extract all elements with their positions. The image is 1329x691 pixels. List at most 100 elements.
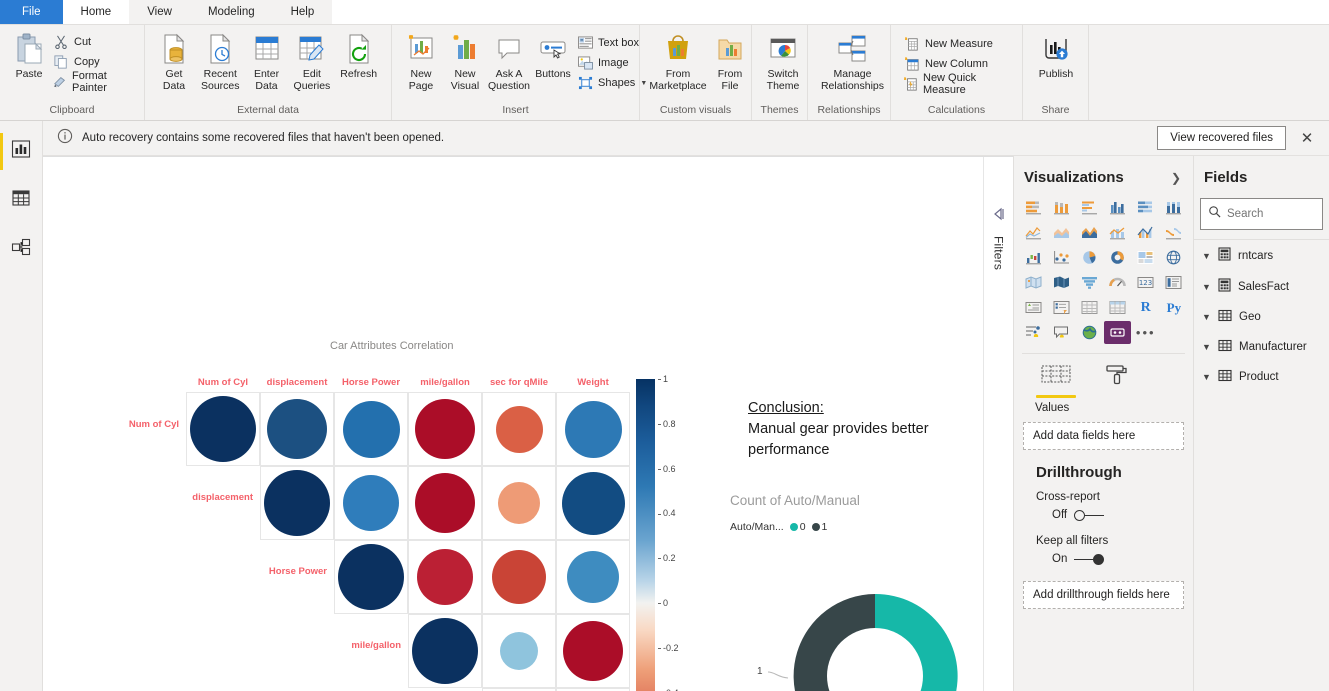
corr-cell[interactable] <box>556 466 630 540</box>
slicer-icon[interactable] <box>1048 296 1074 319</box>
fields-tab[interactable] <box>1036 364 1076 398</box>
qa-visual-icon[interactable] <box>1048 321 1074 344</box>
waterfall-chart-icon[interactable] <box>1020 246 1046 269</box>
drillthrough-field-well[interactable]: Add drillthrough fields here <box>1023 581 1184 609</box>
corr-cell[interactable] <box>408 540 482 614</box>
tab-file[interactable]: File <box>0 0 63 24</box>
from-file-button[interactable]: From File <box>709 30 751 94</box>
cross-report-toggle-row[interactable]: Off <box>1014 503 1193 521</box>
report-canvas[interactable]: Car Attributes Correlation Num of Cyl di… <box>43 157 983 691</box>
pie-chart-icon[interactable] <box>1076 246 1102 269</box>
ribbon-chart-icon[interactable] <box>1161 221 1187 244</box>
corr-cell[interactable] <box>334 466 408 540</box>
new-page-button[interactable]: New Page <box>399 30 443 94</box>
manage-relationships-button[interactable]: Manage Relationships <box>815 30 890 94</box>
close-notification-icon[interactable]: ✕ <box>1295 126 1319 150</box>
conclusion-textbox[interactable]: Conclusion: Manual gear provides better … <box>748 398 978 461</box>
buttons-button[interactable]: Buttons <box>531 30 575 83</box>
gauge-icon[interactable] <box>1104 271 1130 294</box>
python-visual-icon[interactable]: Py <box>1161 296 1187 319</box>
filled-map-icon[interactable] <box>1020 271 1046 294</box>
tab-help[interactable]: Help <box>273 0 333 24</box>
scatter-chart-icon[interactable] <box>1048 246 1074 269</box>
fields-search-input[interactable] <box>1227 208 1315 220</box>
corr-cell[interactable] <box>260 466 334 540</box>
stacked-bar-chart-icon[interactable] <box>1020 196 1046 219</box>
cross-report-toggle[interactable] <box>1074 509 1105 521</box>
hundred-stacked-bar-icon[interactable] <box>1133 196 1159 219</box>
sidebar-item-model-view[interactable] <box>0 225 42 274</box>
fields-search-box[interactable] <box>1200 198 1323 230</box>
ask-question-button[interactable]: Ask A Question <box>487 30 531 94</box>
corr-cell[interactable] <box>408 466 482 540</box>
field-table-product[interactable]: ▼ Product <box>1194 362 1329 392</box>
hundred-stacked-column-icon[interactable] <box>1161 196 1187 219</box>
corr-cell[interactable] <box>482 614 556 688</box>
matrix-icon[interactable] <box>1104 296 1130 319</box>
r-script-visual-icon[interactable]: R <box>1133 296 1159 319</box>
stacked-area-chart-icon[interactable] <box>1076 221 1102 244</box>
new-quick-measure-button[interactable]: New Quick Measure <box>902 72 1015 96</box>
switch-theme-button[interactable]: Switch Theme <box>759 30 807 94</box>
edit-queries-button[interactable]: Edit Queries <box>289 30 336 94</box>
format-tab[interactable] <box>1096 364 1136 398</box>
chevron-down-icon[interactable]: ▼ <box>1202 372 1211 382</box>
chevron-down-icon[interactable]: ▼ <box>1202 312 1211 322</box>
cut-button[interactable]: Cut <box>51 32 137 52</box>
tab-modeling[interactable]: Modeling <box>190 0 273 24</box>
new-visual-button[interactable]: New Visual <box>443 30 487 94</box>
donut-chart-icon[interactable] <box>1104 246 1130 269</box>
custom-visual-icon[interactable] <box>1104 321 1131 344</box>
corr-cell[interactable] <box>482 540 556 614</box>
sidebar-item-data-view[interactable] <box>0 176 42 225</box>
expand-filters-icon[interactable] <box>992 207 1006 226</box>
stacked-column-chart-icon[interactable] <box>1048 196 1074 219</box>
refresh-button[interactable]: Refresh <box>335 30 382 83</box>
donut-chart[interactable]: 1 0 <box>757 586 965 691</box>
values-field-well[interactable]: Add data fields here <box>1023 422 1184 450</box>
key-influencers-icon[interactable] <box>1020 321 1046 344</box>
line-clustered-column-icon[interactable] <box>1133 221 1159 244</box>
legend-item-1[interactable]: 1 <box>811 521 827 533</box>
new-column-button[interactable]: New Column <box>902 54 1015 74</box>
chevron-down-icon[interactable]: ▼ <box>1202 251 1211 261</box>
field-table-salesfact[interactable]: ▼ SalesFact <box>1194 271 1329 302</box>
enter-data-button[interactable]: Enter Data <box>245 30 289 94</box>
corr-cell[interactable] <box>408 392 482 466</box>
corr-cell[interactable] <box>260 392 334 466</box>
area-chart-icon[interactable] <box>1048 221 1074 244</box>
corr-cell[interactable] <box>186 392 260 466</box>
corr-cell[interactable] <box>408 614 482 688</box>
line-stacked-column-icon[interactable] <box>1104 221 1130 244</box>
field-table-geo[interactable]: ▼ Geo <box>1194 302 1329 332</box>
copy-button[interactable]: Copy <box>51 52 137 72</box>
field-table-manufacturer[interactable]: ▼ Manufacturer <box>1194 332 1329 362</box>
multi-row-card-icon[interactable] <box>1161 271 1187 294</box>
corr-cell[interactable] <box>556 540 630 614</box>
kpi-icon[interactable] <box>1020 296 1046 319</box>
funnel-icon[interactable] <box>1076 271 1102 294</box>
recent-sources-button[interactable]: Recent Sources <box>196 30 245 94</box>
keep-all-filters-toggle-row[interactable]: On <box>1014 547 1193 565</box>
keep-all-filters-toggle[interactable] <box>1074 553 1105 565</box>
corr-cell[interactable] <box>556 614 630 688</box>
tab-home[interactable]: Home <box>62 0 130 24</box>
clustered-column-chart-icon[interactable] <box>1104 196 1130 219</box>
filters-rail[interactable]: Filters <box>983 157 1013 691</box>
corr-cell[interactable] <box>482 466 556 540</box>
from-marketplace-button[interactable]: From Marketplace <box>647 30 709 94</box>
format-painter-button[interactable]: Format Painter <box>51 70 137 94</box>
arcgis-map-icon[interactable] <box>1076 321 1102 344</box>
map-icon[interactable] <box>1161 246 1187 269</box>
sidebar-item-report-view[interactable] <box>0 127 42 176</box>
corr-cell[interactable] <box>482 392 556 466</box>
line-chart-icon[interactable] <box>1020 221 1046 244</box>
chevron-down-icon[interactable]: ▼ <box>1202 282 1211 292</box>
publish-button[interactable]: Publish <box>1030 30 1082 83</box>
card-icon[interactable]: 123 <box>1133 271 1159 294</box>
table-icon[interactable] <box>1076 296 1102 319</box>
chevron-down-icon[interactable]: ▼ <box>1202 342 1211 352</box>
legend-item-0[interactable]: 0 <box>789 521 806 533</box>
chevron-right-icon[interactable]: ❯ <box>1171 171 1181 185</box>
get-data-button[interactable]: Get Data <box>152 30 196 94</box>
